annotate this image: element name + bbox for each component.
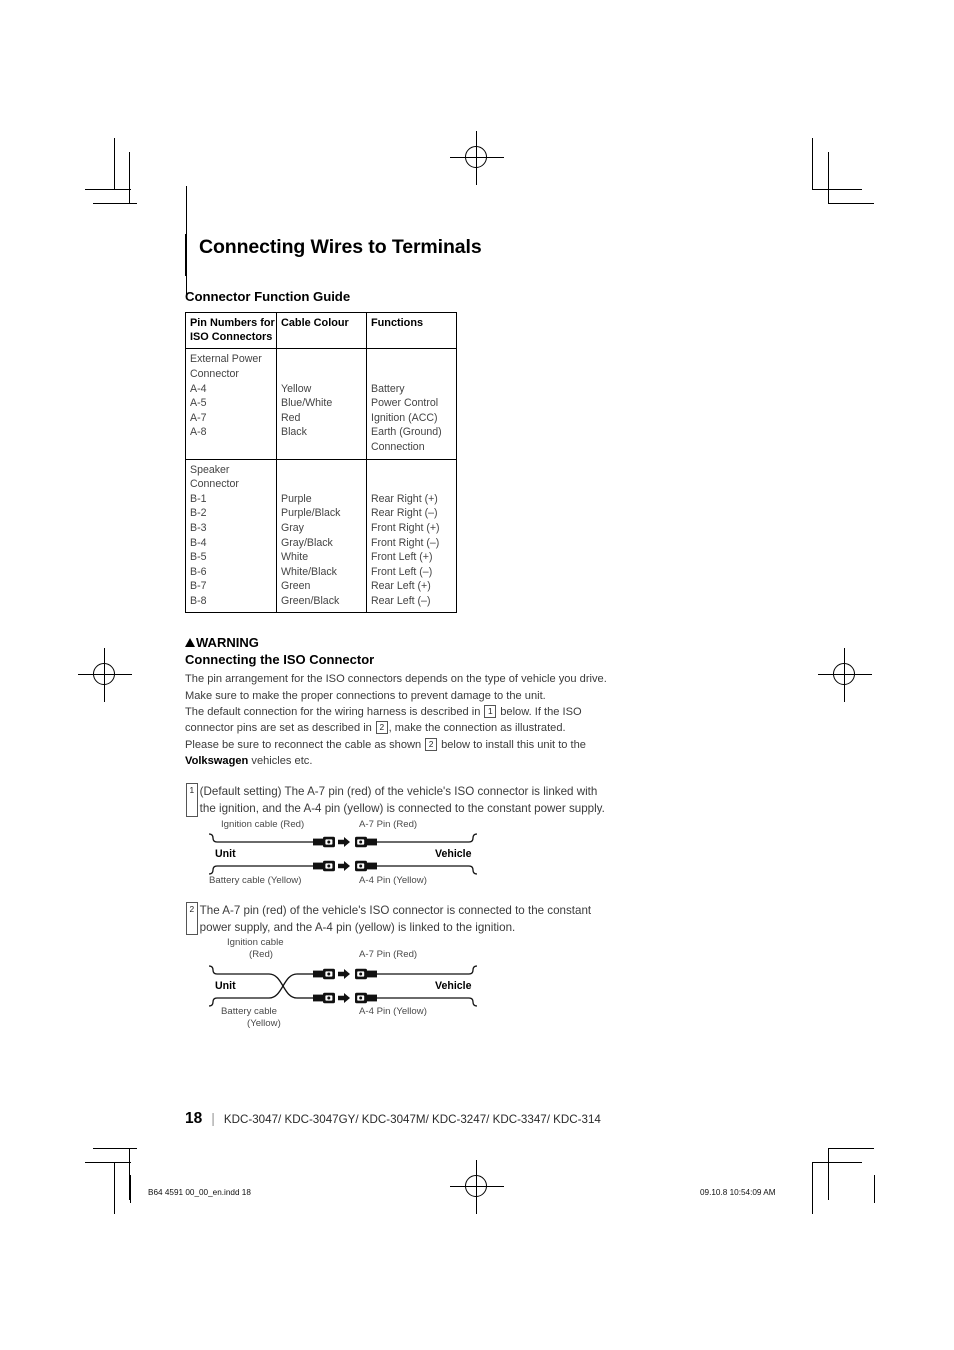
table-header-functions: Functions bbox=[366, 312, 457, 350]
inline-box-number-2b: 2 bbox=[425, 737, 437, 751]
step-1-number: 1 bbox=[186, 783, 198, 817]
footer-separator: | bbox=[211, 1110, 215, 1126]
table-row-speaker-connector: Speaker Connector B-1 B-2 B-3 B-4 B-5 B-… bbox=[185, 458, 457, 614]
crop-mark-top-left-inner-h bbox=[93, 203, 137, 204]
diagram1-top-left-label: Ignition cable (Red) bbox=[221, 819, 304, 830]
diagram1-bottom-left-label: Battery cable (Yellow) bbox=[209, 875, 301, 886]
page-title-block: Connecting Wires to Terminals bbox=[185, 232, 615, 276]
diagram2-top-right-label: A-7 Pin (Red) bbox=[359, 949, 417, 960]
step-1-text: (Default setting) The A-7 pin (red) of t… bbox=[199, 785, 605, 816]
cell-pins-speaker: Speaker Connector B-1 B-2 B-3 B-4 B-5 B-… bbox=[185, 458, 277, 614]
printed-page: Connecting Wires to Terminals Connector … bbox=[0, 0, 954, 1350]
diagram2-bottom-right-label: A-4 Pin (Yellow) bbox=[359, 1006, 427, 1017]
diagram2-vehicle-label: Vehicle bbox=[435, 980, 472, 992]
print-info-timestamp: 09.10.8 10:54:09 AM bbox=[700, 1188, 776, 1197]
warning-paragraph-1: The pin arrangement for the ISO connecto… bbox=[185, 671, 615, 704]
step-2: 2 The A-7 pin (red) of the vehicle's ISO… bbox=[185, 901, 615, 937]
table-header-pin-numbers: Pin Numbers for ISO Connectors bbox=[185, 312, 277, 350]
page-number: 18 bbox=[185, 1110, 203, 1127]
wiring-diagram-volkswagen: Ignition cable (Red) A-7 Pin (Red) Unit … bbox=[207, 936, 479, 1028]
section-heading-connector-function-guide: Connector Function Guide bbox=[185, 289, 351, 305]
page-title: Connecting Wires to Terminals bbox=[199, 236, 482, 258]
step-1: 1 (Default setting) The A-7 pin (red) of… bbox=[185, 783, 615, 818]
diagram2-unit-label: Unit bbox=[215, 980, 236, 992]
table-header-row: Pin Numbers for ISO Connectors Cable Col… bbox=[185, 312, 457, 350]
crop-mark-top-right-inner-v bbox=[828, 152, 829, 204]
diagram1-top-right-label: A-7 Pin (Red) bbox=[359, 819, 417, 830]
warning-paragraph-3-text-c: vehicles etc. bbox=[251, 754, 313, 767]
warning-paragraph-3-text-a: Please be sure to reconnect the cable as… bbox=[185, 738, 422, 751]
diagram1-bottom-right-label: A-4 Pin (Yellow) bbox=[359, 875, 427, 886]
warning-paragraph-2-text-c: , make the connection as illustrated. bbox=[388, 722, 566, 735]
page-frame-left-rule bbox=[130, 1175, 131, 1203]
diagram1-unit-label: Unit bbox=[215, 848, 236, 860]
crop-mark-bottom-left-outer-h bbox=[85, 1162, 131, 1163]
crop-mark-bottom-right-inner-v bbox=[828, 1148, 829, 1200]
crop-mark-bottom-left-outer-v bbox=[114, 1162, 115, 1214]
crop-mark-top-right-outer-v bbox=[812, 138, 813, 190]
page-content: Connecting Wires to Terminals Connector … bbox=[185, 232, 615, 1028]
cell-pins-external-power: External Power Connector A-4 A-5 A-7 A-8 bbox=[185, 348, 277, 460]
warning-paragraph-2-text-a: The default connection for the wiring ha… bbox=[185, 706, 481, 719]
crop-mark-top-left-outer-h bbox=[85, 189, 131, 190]
crop-mark-top-right-outer-h bbox=[812, 189, 862, 190]
registration-mark-bottom bbox=[450, 1160, 504, 1214]
warning-paragraph-3: Please be sure to reconnect the cable as… bbox=[185, 737, 615, 770]
diagram2-bottom-left-label-line1: Battery cable bbox=[221, 1006, 277, 1017]
warning-paragraph-3-text-b: below to install this unit to the bbox=[441, 738, 586, 751]
connector-function-table: Pin Numbers for ISO Connectors Cable Col… bbox=[185, 312, 457, 614]
warning-paragraph-2: The default connection for the wiring ha… bbox=[185, 704, 615, 737]
diagram2-top-left-label-line1: Ignition cable bbox=[227, 937, 284, 948]
cell-colours-external-power: Yellow Blue/White Red Black bbox=[276, 348, 367, 460]
crop-mark-bottom-left-inner-h bbox=[93, 1148, 137, 1149]
wiring-diagram-default: Ignition cable (Red) A-7 Pin (Red) Unit … bbox=[207, 818, 479, 888]
step-2-number: 2 bbox=[186, 901, 198, 936]
page-frame-right-rule bbox=[874, 1175, 875, 1203]
title-accent-rule bbox=[185, 234, 187, 276]
step-2-text: The A-7 pin (red) of the vehicle's ISO c… bbox=[199, 903, 592, 934]
diagram1-vehicle-label: Vehicle bbox=[435, 848, 472, 860]
warning-label: WARNING bbox=[196, 635, 259, 651]
crop-mark-bottom-right-outer-v bbox=[812, 1162, 813, 1214]
page-footer: 18 | KDC-3047/ KDC-3047GY/ KDC-3047M/ KD… bbox=[185, 1110, 601, 1128]
diagram2-bottom-left-label-line2: (Yellow) bbox=[247, 1018, 281, 1028]
warning-triangle-icon bbox=[185, 638, 195, 648]
cell-colours-speaker: Purple Purple/Black Gray Gray/Black Whit… bbox=[276, 458, 367, 614]
brand-volkswagen: Volkswagen bbox=[185, 754, 249, 767]
crop-mark-bottom-right-outer-h bbox=[812, 1162, 862, 1163]
cell-functions-external-power: Battery Power Control Ignition (ACC) Ear… bbox=[366, 348, 457, 460]
registration-mark-left bbox=[78, 648, 132, 702]
warning-heading: WARNING bbox=[185, 635, 615, 650]
inline-box-number-2: 2 bbox=[375, 721, 388, 735]
crop-mark-top-right-inner-h bbox=[828, 203, 874, 204]
registration-mark-right bbox=[818, 648, 872, 702]
inline-box-number-1: 1 bbox=[484, 705, 497, 719]
table-header-cable-colour: Cable Colour bbox=[276, 312, 367, 350]
print-info-filename: B64 4591 00_00_en.indd 18 bbox=[148, 1188, 251, 1197]
registration-mark-top bbox=[450, 131, 504, 185]
crop-mark-bottom-right-inner-h bbox=[828, 1148, 874, 1149]
crop-mark-top-left-outer-v bbox=[114, 138, 115, 190]
cell-functions-speaker: Rear Right (+) Rear Right (–) Front Righ… bbox=[366, 458, 457, 614]
diagram2-top-left-label-line2: (Red) bbox=[249, 949, 273, 960]
warning-paragraph-1-text: The pin arrangement for the ISO connecto… bbox=[185, 673, 607, 702]
crop-mark-top-left-inner-v bbox=[129, 152, 130, 204]
footer-model-list: KDC-3047/ KDC-3047GY/ KDC-3047M/ KDC-324… bbox=[223, 1113, 601, 1126]
warning-subtitle: Connecting the ISO Connector bbox=[185, 652, 375, 668]
table-row-external-power-connector: External Power Connector A-4 A-5 A-7 A-8… bbox=[185, 348, 457, 460]
